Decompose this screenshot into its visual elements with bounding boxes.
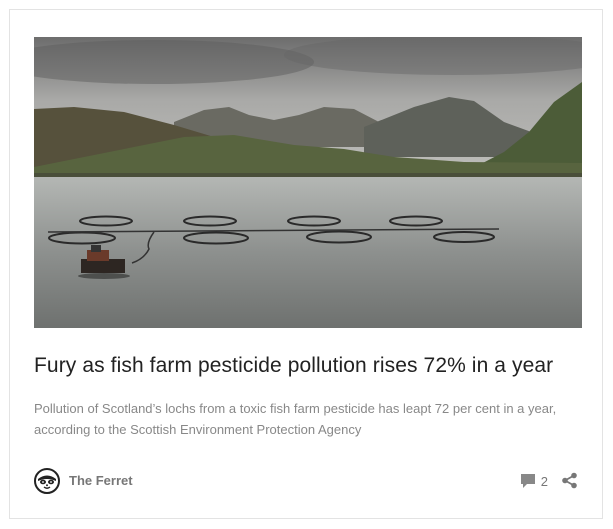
ferret-logo-icon[interactable] — [34, 468, 60, 494]
article-footer: The Ferret 2 — [34, 468, 578, 494]
comments-link[interactable]: 2 — [516, 472, 548, 490]
article-image[interactable] — [34, 37, 582, 328]
article-card[interactable]: Fury as fish farm pesticide pollution ri… — [9, 9, 603, 519]
share-icon[interactable] — [561, 472, 578, 489]
comment-icon — [521, 474, 535, 488]
author-name[interactable]: The Ferret — [69, 473, 133, 488]
article-excerpt: Pollution of Scotland’s lochs from a tox… — [34, 401, 557, 437]
article-title[interactable]: Fury as fish farm pesticide pollution ri… — [34, 354, 594, 378]
comment-count: 2 — [540, 474, 548, 489]
